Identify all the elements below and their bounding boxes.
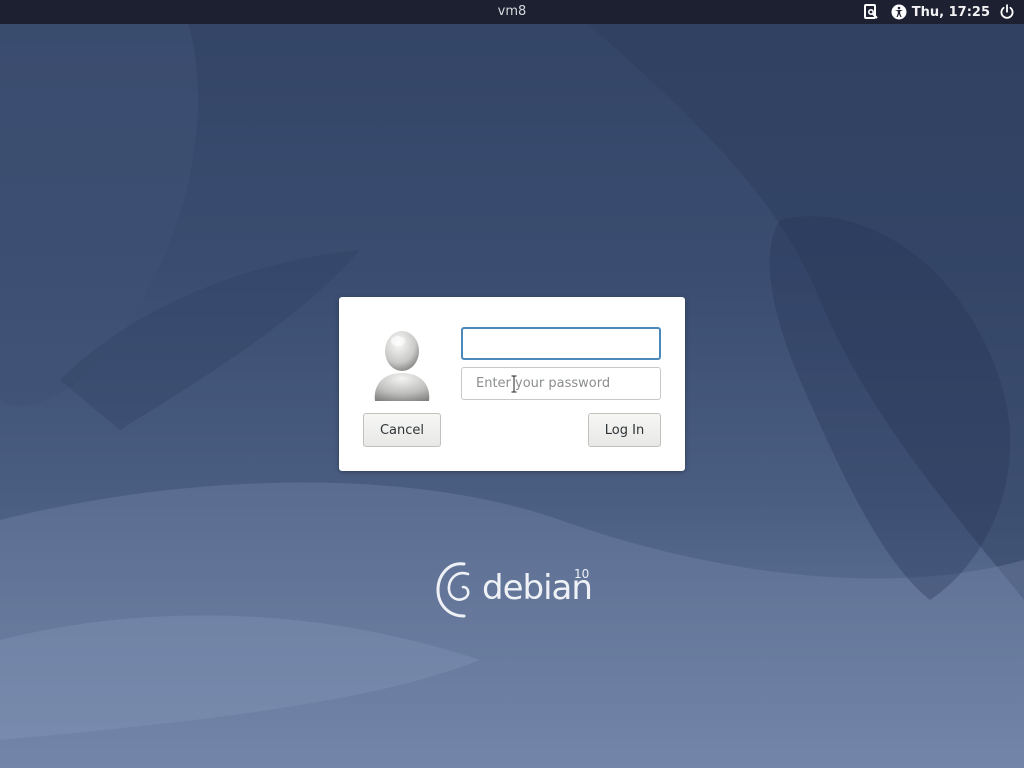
log-in-button[interactable]: Log In [588, 413, 661, 447]
debian-logo: debian 10 [434, 558, 594, 620]
screen-keyboard-icon[interactable] [862, 3, 880, 21]
clock[interactable]: Thu, 17:25 [912, 5, 990, 20]
user-avatar-icon [374, 331, 430, 401]
password-field[interactable] [461, 367, 661, 400]
system-tray: Thu, 17:25 [862, 2, 1016, 22]
power-icon[interactable] [998, 3, 1016, 21]
cancel-button[interactable]: Cancel [363, 413, 441, 447]
top-bar: vm8 Thu, 17:25 [0, 0, 1024, 24]
accessibility-icon[interactable] [890, 3, 908, 21]
debian-swirl-icon [436, 562, 470, 618]
debian-version: 10 [574, 567, 590, 581]
username-field[interactable] [461, 327, 661, 360]
login-dialog: Cancel Log In [339, 297, 685, 471]
text-cursor-icon [511, 375, 517, 393]
